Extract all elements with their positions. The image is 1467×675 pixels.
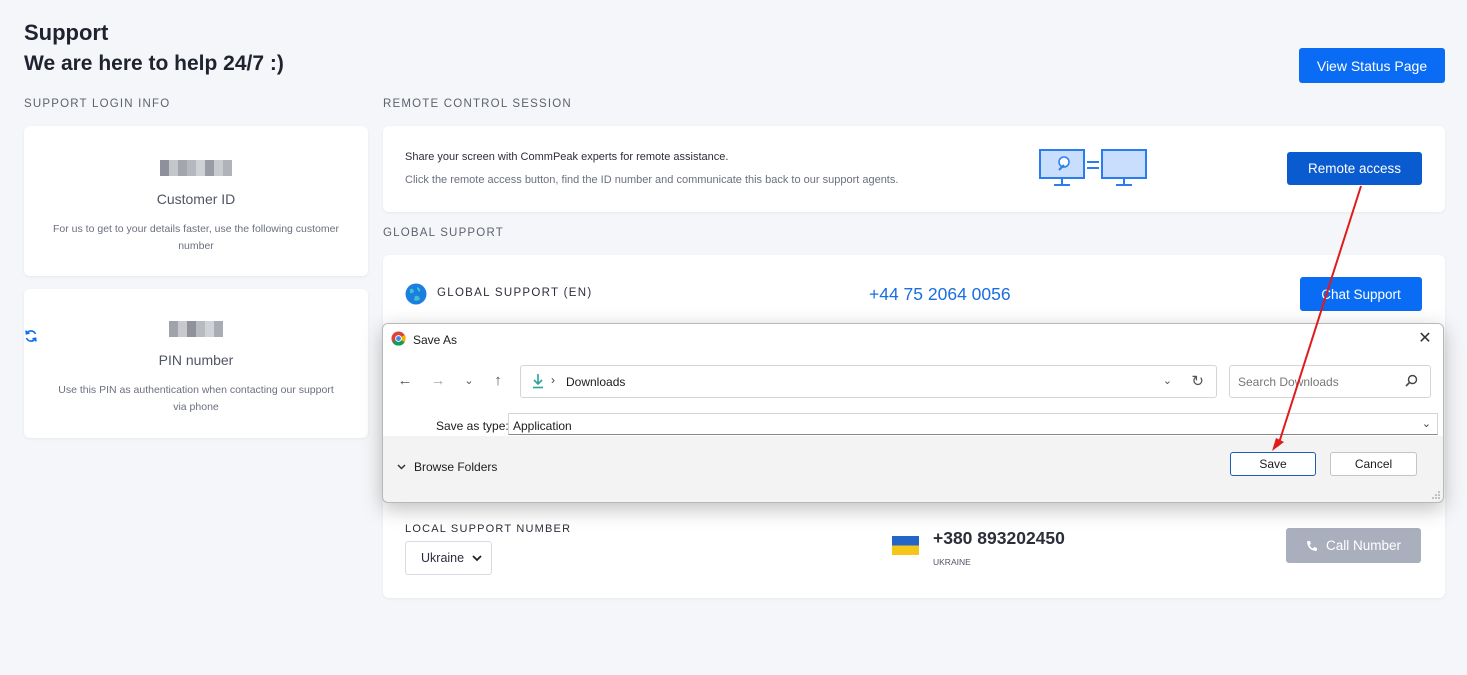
section-label-login-info: SUPPORT LOGIN INFO: [24, 98, 171, 110]
chevron-down-icon: [472, 554, 482, 561]
country-select-value: Ukraine: [421, 551, 465, 565]
refresh-icon[interactable]: ↻: [1191, 372, 1204, 390]
chat-support-button[interactable]: Chat Support: [1300, 277, 1422, 311]
pin-value-redacted: [169, 321, 223, 337]
call-number-button[interactable]: Call Number: [1286, 528, 1421, 563]
refresh-icon[interactable]: [24, 329, 38, 343]
section-label-remote-session: REMOTE CONTROL SESSION: [383, 98, 572, 110]
remote-access-button[interactable]: Remote access: [1287, 152, 1422, 185]
save-type-value: Application: [513, 419, 572, 433]
remote-description: Share your screen with CommPeak experts …: [405, 151, 729, 163]
view-status-page-button[interactable]: View Status Page: [1299, 48, 1445, 83]
back-arrow-icon[interactable]: ←: [397, 372, 413, 389]
save-type-select[interactable]: Application ⌄: [508, 413, 1438, 435]
dialog-title: Save As: [413, 333, 458, 347]
pin-label: PIN number: [158, 352, 234, 368]
browse-folders-label: Browse Folders: [414, 460, 498, 474]
save-type-row: Save as type: Application ⌄: [383, 410, 1443, 436]
local-support-row: LOCAL SUPPORT NUMBER Ukraine +380 893202…: [383, 505, 1445, 598]
chevron-down-icon: [397, 464, 406, 470]
address-dropdown-icon[interactable]: ⌄: [1163, 374, 1172, 387]
customer-id-note: For us to get to your details faster, us…: [53, 223, 339, 252]
browse-folders-toggle[interactable]: Browse Folders: [397, 460, 497, 474]
save-button[interactable]: Save: [1230, 452, 1316, 476]
cancel-button[interactable]: Cancel: [1330, 452, 1417, 476]
chevron-down-icon: ⌄: [1421, 418, 1431, 430]
local-support-phone[interactable]: +380 893202450: [933, 528, 1065, 549]
resize-grip-icon[interactable]: [1432, 491, 1440, 499]
page-title: Support: [24, 20, 109, 45]
up-arrow-icon[interactable]: ↑: [490, 372, 506, 389]
customer-id-label: Customer ID: [156, 191, 236, 207]
ukraine-flag-icon: [892, 536, 919, 555]
search-placeholder: Search Downloads: [1238, 375, 1339, 389]
local-support-label: LOCAL SUPPORT NUMBER: [405, 523, 572, 535]
local-support-country: UKRAINE: [933, 557, 971, 567]
search-input[interactable]: Search Downloads: [1229, 365, 1431, 398]
dialog-titlebar: Save As ✕: [383, 324, 1443, 354]
call-number-label: Call Number: [1325, 538, 1402, 553]
pin-card: PIN number Use this PIN as authenticatio…: [24, 289, 368, 438]
global-support-label: GLOBAL SUPPORT (EN): [437, 287, 593, 299]
download-icon: [533, 374, 543, 389]
forward-arrow-icon[interactable]: →: [430, 372, 446, 389]
save-as-dialog: Save As ✕ ← → ⌄ ↑ › Downloads ⌄ ↻ Search…: [382, 323, 1444, 503]
phone-icon: [1306, 540, 1317, 551]
customer-id-value-redacted: [160, 160, 232, 176]
remote-instructions: Click the remote access button, find the…: [405, 174, 899, 186]
remote-screens-icon: [1039, 149, 1147, 186]
customer-id-card: Customer ID For us to get to your detail…: [24, 126, 368, 276]
pin-note: Use this PIN as authentication when cont…: [58, 384, 334, 413]
address-path: Downloads: [566, 375, 626, 389]
country-select[interactable]: Ukraine: [405, 541, 492, 575]
search-icon: [1405, 374, 1418, 387]
global-support-phone[interactable]: +44 75 2064 0056: [869, 284, 1011, 305]
dialog-navigation: ← → ⌄ ↑ › Downloads ⌄ ↻ Search Downloads: [383, 354, 1443, 410]
close-icon[interactable]: ✕: [1415, 329, 1435, 349]
recent-locations-chevron-icon[interactable]: ⌄: [461, 374, 477, 387]
breadcrumb-chevron-icon: ›: [551, 373, 555, 387]
globe-icon: [405, 283, 427, 305]
section-label-global-support: GLOBAL SUPPORT: [383, 227, 504, 239]
page-subtitle: We are here to help 24/7 :): [24, 52, 284, 75]
remote-control-card: Share your screen with CommPeak experts …: [383, 126, 1445, 212]
chrome-icon: [391, 331, 406, 346]
save-type-label: Save as type:: [436, 419, 509, 433]
address-bar[interactable]: › Downloads ⌄ ↻: [520, 365, 1217, 398]
